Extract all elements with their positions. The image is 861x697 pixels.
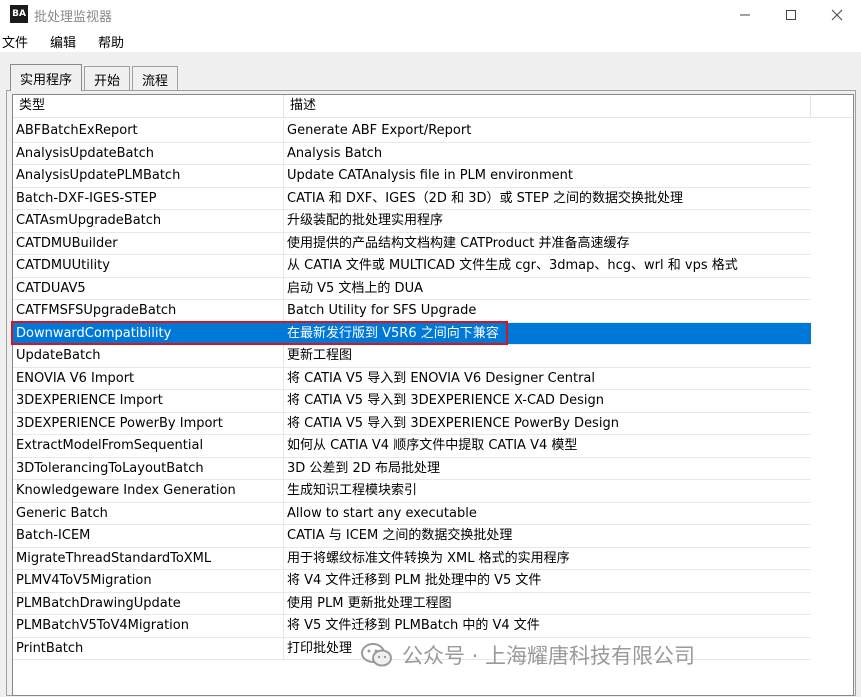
table-row[interactable]: DownwardCompatibility 在最新发行版到 V5R6 之间向下兼容 (13, 322, 811, 345)
window-title: 批处理监视器 (34, 10, 113, 25)
row-description-cell: 使用提供的产品结构文档构建 CATProduct 并准备高速缓存 (287, 235, 630, 251)
table-row[interactable]: CATFMSFSUpgradeBatch Batch Utility for SF… (13, 300, 811, 323)
table-row[interactable]: Batch-DXF-IGES-STEP CATIA 和 DXF、IGES（2D 和… (13, 187, 811, 210)
table-row[interactable]: CATDUAV5 启动 V5 文档上的 DUA (13, 277, 811, 300)
row-description-cell: 将 V5 文件迁移到 PLMBatch 中的 V4 文件 (287, 618, 540, 633)
tab-start[interactable]: 开始 (84, 66, 131, 91)
table-row[interactable]: PLMBatchV5ToV4Migration 将 V5 文件迁移到 PLMBat… (13, 615, 811, 638)
row-description-cell: 升级装配的批处理实用程序 (287, 213, 444, 228)
utility-list[interactable]: 类型 描述 ABFBatchExReport Generate ABF Expor… (12, 94, 854, 696)
row-type-cell: CATDUAV5 (13, 277, 284, 299)
row-type-cell: PLMV4ToV5Migration (13, 570, 284, 592)
row-description-cell: 更新工程图 (287, 348, 353, 363)
row-description-cell: 如何从 CATIA V4 顺序文件中提取 CATIA V4 模型 (287, 438, 578, 453)
row-type-cell: DownwardCompatibility (13, 322, 284, 344)
table-row[interactable]: Generic Batch Allow to start any executab… (13, 502, 811, 525)
row-type-cell: PLMBatchV5ToV4Migration (13, 615, 284, 637)
close-icon (831, 9, 843, 21)
row-type-cell: CATDMUUtility (13, 255, 284, 277)
row-description-cell: 启动 V5 文档上的 DUA (287, 280, 423, 296)
table-row[interactable]: CATDMUBuilder 使用提供的产品结构文档构建 CATProduct 并准… (13, 232, 811, 255)
row-description-cell: 将 CATIA V5 导入到 3DEXPERIENCE PowerBy Desi… (287, 415, 619, 431)
table-row[interactable]: ABFBatchExReport Generate ABF Export/Repo… (13, 120, 811, 143)
table-row[interactable]: AnalysisUpdatePLMBatch Update CATAnalysis… (13, 165, 811, 188)
column-header-type[interactable]: 类型 (13, 95, 284, 117)
app-icon: BA (10, 5, 28, 23)
row-description-cell: Batch Utility for SFS Upgrade (287, 303, 477, 318)
table-row[interactable]: ExtractModelFromSequential 如何从 CATIA V4 顺… (13, 435, 811, 458)
list-header: 类型 描述 (13, 95, 853, 118)
table-row[interactable]: MigrateThreadStandardToXML 用于将螺纹标准文件转换为 X… (13, 547, 811, 570)
table-row[interactable]: ENOVIA V6 Import 将 CATIA V5 导入到 ENOVIA V6… (13, 367, 811, 390)
row-description-cell: 将 CATIA V5 导入到 ENOVIA V6 Designer Centra… (287, 370, 596, 386)
row-description-cell: 在最新发行版到 V5R6 之间向下兼容 (287, 325, 499, 341)
row-description-cell: 从 CATIA 文件或 MULTICAD 文件生成 cgr、3dmap、hcg、… (287, 258, 738, 273)
row-type-cell: AnalysisUpdatePLMBatch (13, 165, 284, 187)
table-row[interactable]: AnalysisUpdateBatch Analysis Batch (13, 142, 811, 165)
row-type-cell: Batch-ICEM (13, 525, 284, 547)
row-type-cell: 3DEXPERIENCE Import (13, 390, 284, 412)
table-row[interactable]: UpdateBatch 更新工程图 (13, 345, 811, 368)
row-type-cell: CATAsmUpgradeBatch (13, 210, 284, 232)
row-description-cell: Allow to start any executable (287, 505, 477, 521)
watermark-text: 公众号 · 上海耀唐科技有限公司 (402, 644, 696, 668)
table-row[interactable]: Batch-ICEM CATIA 与 ICEM 之间的数据交换批处理 (13, 525, 811, 548)
table-row[interactable]: PLMV4ToV5Migration 将 V4 文件迁移到 PLM 批处理中的 V… (13, 570, 811, 593)
row-description-cell: 使用 PLM 更新批处理工程图 (287, 595, 452, 611)
row-type-cell: ABFBatchExReport (13, 120, 284, 142)
minimize-icon (740, 14, 750, 16)
row-description-cell: 生成知识工程模块索引 (287, 483, 418, 498)
row-type-cell: Knowledgeware Index Generation (13, 480, 284, 502)
row-description-cell: 将 V4 文件迁移到 PLM 批处理中的 V5 文件 (287, 573, 542, 588)
tab-strip: 实用程序 开始 流程 (10, 64, 180, 91)
table-row[interactable]: PLMBatchDrawingUpdate 使用 PLM 更新批处理工程图 (13, 592, 811, 615)
row-description-cell: CATIA 和 DXF、IGES（2D 和 3D）或 STEP 之间的数据交换批… (287, 190, 683, 206)
column-header-filler (811, 95, 853, 117)
row-description-cell: CATIA 与 ICEM 之间的数据交换批处理 (287, 528, 513, 543)
tab-flow[interactable]: 流程 (132, 66, 179, 91)
table-row[interactable]: CATAsmUpgradeBatch 升级装配的批处理实用程序 (13, 210, 811, 233)
row-type-cell: PrintBatch (13, 637, 284, 659)
menu-edit[interactable]: 编辑 (48, 32, 78, 51)
row-type-cell: Generic Batch (13, 502, 284, 524)
row-type-cell: Batch-DXF-IGES-STEP (13, 187, 284, 209)
row-type-cell: CATDMUBuilder (13, 232, 284, 254)
table-row[interactable]: 3DEXPERIENCE Import 将 CATIA V5 导入到 3DEXPE… (13, 390, 811, 413)
menu-bar: 文件 编辑 帮助 (0, 30, 861, 52)
row-type-cell: CATFMSFSUpgradeBatch (13, 300, 284, 322)
row-type-cell: MigrateThreadStandardToXML (13, 547, 284, 569)
table-row[interactable]: 3DTolerancingToLayoutBatch 3D 公差到 2D 布局批处… (13, 457, 811, 480)
minimize-button[interactable] (722, 0, 768, 30)
column-header-description[interactable]: 描述 (284, 95, 811, 117)
title-bar: BA 批处理监视器 (0, 0, 861, 30)
row-description-cell: 3D 公差到 2D 布局批处理 (287, 460, 440, 476)
row-type-cell: 3DEXPERIENCE PowerBy Import (13, 412, 284, 434)
row-type-cell: ExtractModelFromSequential (13, 435, 284, 457)
menu-file[interactable]: 文件 (0, 32, 30, 51)
row-description-cell: Update CATAnalysis file in PLM environme… (287, 168, 573, 183)
menu-help[interactable]: 帮助 (96, 32, 126, 51)
row-type-cell: AnalysisUpdateBatch (13, 142, 284, 164)
maximize-button[interactable] (768, 0, 814, 30)
table-row[interactable]: CATDMUUtility 从 CATIA 文件或 MULTICAD 文件生成 c… (13, 255, 811, 278)
row-description-cell: Analysis Batch (287, 145, 383, 161)
tab-utilities[interactable]: 实用程序 (10, 64, 83, 91)
row-description-cell: 用于将螺纹标准文件转换为 XML 格式的实用程序 (287, 550, 570, 566)
table-row[interactable]: Knowledgeware Index Generation 生成知识工程模块索引 (13, 480, 811, 503)
maximize-icon (786, 10, 796, 20)
row-type-cell: 3DTolerancingToLayoutBatch (13, 457, 284, 479)
wechat-icon (361, 643, 392, 667)
row-type-cell: ENOVIA V6 Import (13, 367, 284, 389)
row-type-cell: PLMBatchDrawingUpdate (13, 592, 284, 614)
row-type-cell: UpdateBatch (13, 345, 284, 367)
row-description-cell: 将 CATIA V5 导入到 3DEXPERIENCE X-CAD Design (287, 393, 604, 408)
row-description-cell: Generate ABF Export/Report (287, 123, 472, 138)
table-row[interactable]: 3DEXPERIENCE PowerBy Import 将 CATIA V5 导入… (13, 412, 811, 435)
watermark: 公众号 · 上海耀唐科技有限公司 (360, 640, 695, 670)
close-button[interactable] (814, 0, 860, 30)
